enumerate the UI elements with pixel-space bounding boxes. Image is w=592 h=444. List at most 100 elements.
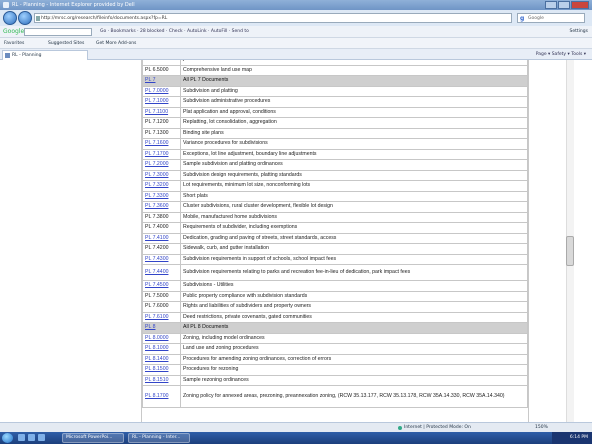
table-row: PL 7.4000 Requirements of subdivider, inc… bbox=[142, 222, 528, 234]
document-description: Sample rezoning ordinances bbox=[180, 374, 528, 386]
document-description: Exceptions, lot line adjustment, boundar… bbox=[180, 148, 528, 160]
table-row: PL 7.1000 Subdivision administrative proc… bbox=[142, 96, 528, 108]
document-code[interactable]: PL 7.3600 bbox=[142, 201, 181, 213]
document-description: Mobile, manufactured home subdivisions bbox=[180, 211, 528, 223]
tab-page-icon bbox=[5, 53, 10, 58]
document-code: PL 7.4000 bbox=[142, 222, 181, 234]
minimize-button[interactable] bbox=[545, 1, 557, 9]
document-code[interactable]: PL 7.4400 bbox=[142, 264, 181, 281]
google-toolbar-label: Google bbox=[3, 28, 25, 35]
document-code[interactable]: PL 8.1700 bbox=[142, 385, 181, 408]
favorites-button[interactable]: Favorites bbox=[4, 38, 24, 49]
table-row: PL 7.1200 Replatting, lot consolidation, … bbox=[142, 117, 528, 129]
document-description: Subdivision requirements in support of s… bbox=[180, 253, 528, 265]
documents-table: PL 6.4000jurisdictionsPL 6.5000Comprehen… bbox=[142, 60, 528, 408]
document-code[interactable]: PL 7.0000 bbox=[142, 85, 181, 97]
table-row: PL 8.1500 Procedures for rezoning bbox=[142, 364, 528, 376]
google-toolbar-search[interactable] bbox=[24, 28, 92, 36]
globe-icon bbox=[398, 426, 402, 430]
document-description: Procedures for amending zoning ordinance… bbox=[180, 353, 528, 365]
document-code[interactable]: PL 7.1700 bbox=[142, 148, 181, 160]
table-row: PL 7.6100 Deed restrictions, private cove… bbox=[142, 311, 528, 323]
tab-rl-planning[interactable]: RL - Planning bbox=[2, 50, 88, 60]
table-row: PL 7.1700 Exceptions, lot line adjustment… bbox=[142, 148, 528, 160]
document-description: Lot requirements, minimum lot size, nonc… bbox=[180, 180, 528, 192]
forward-icon[interactable] bbox=[18, 11, 32, 25]
google-settings-button[interactable]: Settings bbox=[570, 26, 588, 38]
document-description: Subdivisions - Utilities bbox=[180, 280, 528, 292]
document-code[interactable]: PL 7.1000 bbox=[142, 96, 181, 108]
scrollbar-thumb[interactable] bbox=[566, 236, 574, 266]
address-bar[interactable]: http://mrsc.org/research/fileinfo/docume… bbox=[34, 13, 512, 23]
document-code: PL 7.3800 bbox=[142, 211, 181, 223]
search-placeholder: Google bbox=[528, 16, 544, 21]
quicklaunch-icon[interactable] bbox=[18, 434, 25, 441]
document-code[interactable]: PL 7.1100 bbox=[142, 106, 181, 118]
document-description: All PL 7 Documents bbox=[180, 75, 528, 87]
get-addons-link[interactable]: Get More Add-ons bbox=[96, 38, 136, 49]
close-button[interactable] bbox=[571, 1, 589, 9]
document-description: Subdivision design requirements, plattin… bbox=[180, 169, 528, 181]
document-description: Plat application and approval, condition… bbox=[180, 106, 528, 118]
document-code[interactable]: PL 7.1600 bbox=[142, 138, 181, 150]
document-code[interactable]: PL 8.1000 bbox=[142, 343, 181, 355]
security-zone-text: Internet | Protected Mode: On bbox=[404, 425, 471, 430]
favorites-bar: Favorites Suggested Sites Get More Add-o… bbox=[0, 38, 592, 49]
table-row: PL 8 All PL 8 Documents bbox=[142, 322, 528, 334]
taskbar-powerpoint-button[interactable]: Microsoft PowerPoi... bbox=[62, 433, 124, 443]
screen: RL - Planning - Internet Explorer provid… bbox=[0, 0, 592, 444]
table-row: PL 8.1510 Sample rezoning ordinances bbox=[142, 374, 528, 386]
table-row: PL 7.3000 Subdivision design requirements… bbox=[142, 169, 528, 181]
table-row: PL 6.5000 Comprehensive land use map bbox=[142, 64, 528, 76]
document-code[interactable]: PL 7.2000 bbox=[142, 159, 181, 171]
table-row: PL 8.1000 Land use and zoning procedures bbox=[142, 343, 528, 355]
window-controls bbox=[544, 1, 589, 9]
document-code[interactable]: PL 8.1510 bbox=[142, 374, 181, 386]
document-description: Zoning policy for annexed areas, prezoni… bbox=[180, 385, 528, 408]
document-description: Zoning, including model ordinances bbox=[180, 332, 528, 344]
quicklaunch-icon[interactable] bbox=[38, 434, 45, 441]
document-code[interactable]: PL 7.6100 bbox=[142, 311, 181, 323]
document-code[interactable]: PL 7.4500 bbox=[142, 280, 181, 292]
document-code: PL 7.4200 bbox=[142, 243, 181, 255]
document-code[interactable]: PL 8 bbox=[142, 322, 181, 334]
suggested-sites-link[interactable]: Suggested Sites bbox=[48, 38, 84, 49]
quicklaunch-icon[interactable] bbox=[28, 434, 35, 441]
google-toolbar: Google Go · Bookmarks · 28 blocked · Che… bbox=[0, 26, 592, 38]
address-url: http://mrsc.org/research/fileinfo/docume… bbox=[41, 16, 168, 21]
maximize-button[interactable] bbox=[558, 1, 570, 9]
search-input[interactable]: g Google bbox=[517, 13, 585, 23]
tab-row: RL - Planning Page ▾ Safety ▾ Tools ▾ bbox=[0, 49, 592, 60]
document-code[interactable]: PL 7.4100 bbox=[142, 232, 181, 244]
document-code[interactable]: PL 7.4300 bbox=[142, 253, 181, 265]
window-title-bar: RL - Planning - Internet Explorer provid… bbox=[0, 0, 592, 10]
taskbar: Microsoft PowerPoi... RL - Planning - In… bbox=[0, 432, 592, 444]
start-button[interactable] bbox=[2, 433, 13, 443]
document-code[interactable]: PL 7.3200 bbox=[142, 180, 181, 192]
document-description: Subdivision administrative procedures bbox=[180, 96, 528, 108]
google-search-icon: g bbox=[520, 15, 525, 22]
document-code[interactable]: PL 7.3300 bbox=[142, 190, 181, 202]
status-bar: Internet | Protected Mode: On 150% bbox=[0, 422, 592, 432]
taskbar-ie-button[interactable]: RL - Planning - Inter... bbox=[128, 433, 190, 443]
back-icon[interactable] bbox=[3, 11, 17, 25]
table-row: PL 7.4100 Dedication, grading and paving … bbox=[142, 232, 528, 244]
document-description: Comprehensive land use map bbox=[180, 64, 528, 76]
document-code[interactable]: PL 8.1500 bbox=[142, 364, 181, 376]
table-row: PL 8.0000 Zoning, including model ordinan… bbox=[142, 332, 528, 344]
document-code[interactable]: PL 7.3000 bbox=[142, 169, 181, 181]
table-row: PL 7.3600 Cluster subdivisions, rural clu… bbox=[142, 201, 528, 213]
document-description: Rights and liabilities of subdividers an… bbox=[180, 301, 528, 313]
command-bar[interactable]: Page ▾ Safety ▾ Tools ▾ bbox=[536, 49, 586, 60]
ie-icon bbox=[3, 2, 9, 8]
document-code[interactable]: PL 7 bbox=[142, 75, 181, 87]
google-toolbar-items[interactable]: Go · Bookmarks · 28 blocked · Check · Au… bbox=[100, 26, 249, 38]
document-description: Cluster subdivisions, rural cluster deve… bbox=[180, 201, 528, 213]
document-description: Procedures for rezoning bbox=[180, 364, 528, 376]
page-icon bbox=[36, 16, 40, 21]
table-row: PL 7.1600 Variance procedures for subdivi… bbox=[142, 138, 528, 150]
document-code[interactable]: PL 8.1400 bbox=[142, 353, 181, 365]
document-code[interactable]: PL 8.0000 bbox=[142, 332, 181, 344]
document-code: PL 7.5000 bbox=[142, 290, 181, 302]
document-description: Short plats bbox=[180, 190, 528, 202]
